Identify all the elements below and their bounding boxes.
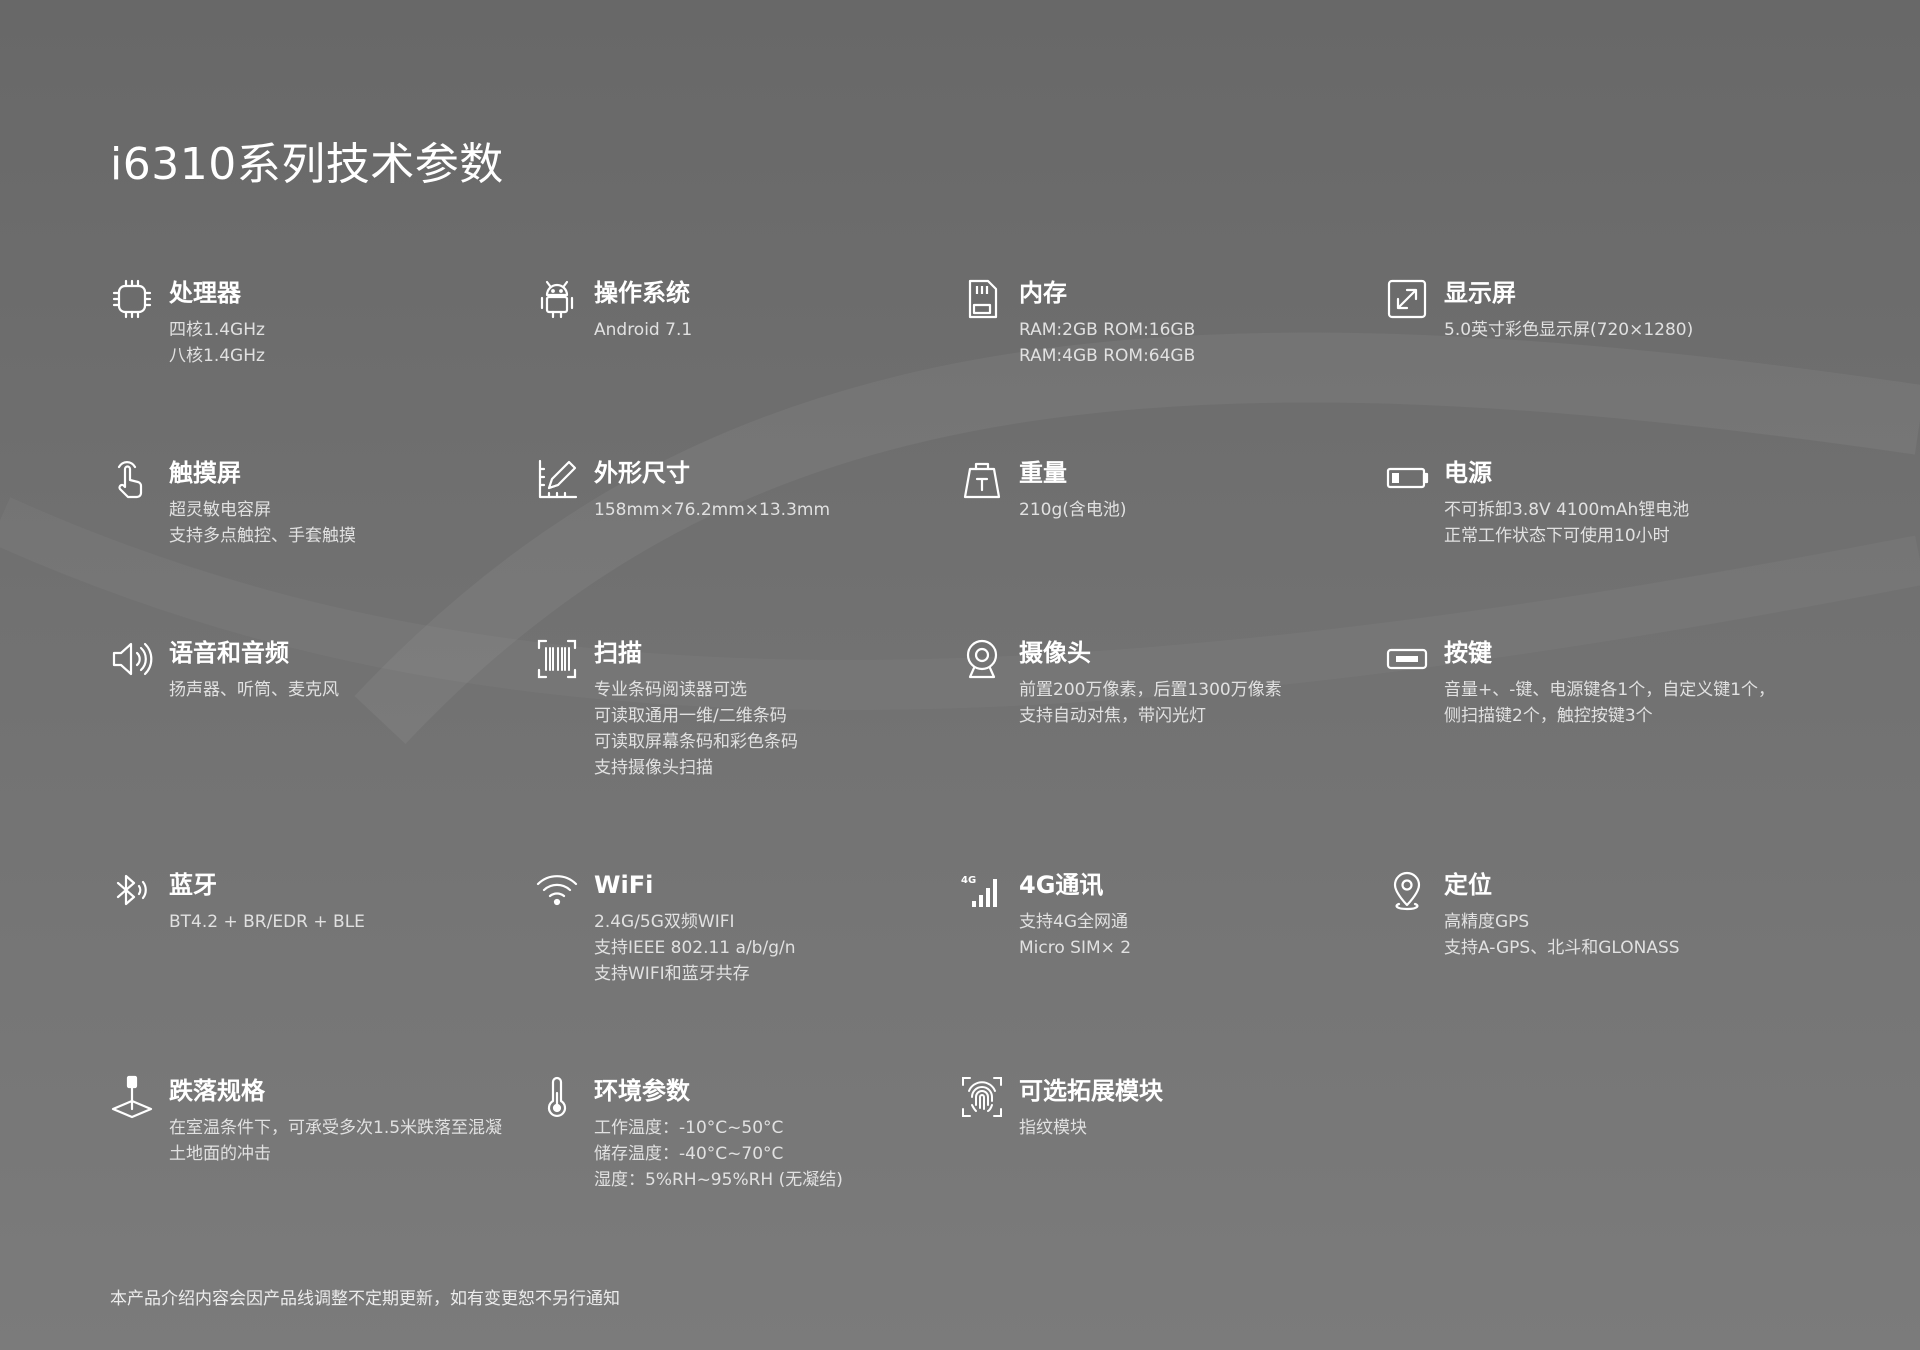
webcam-icon [960, 637, 1004, 681]
spec-value: 储存温度：-40°C~70°C [594, 1144, 784, 1164]
spec-value: 侧扫描键2个，触控按键3个 [1444, 706, 1653, 726]
spec-value: 在室温条件下，可承受多次1.5米跌落至混凝土地面的冲击 [169, 1118, 503, 1164]
barcode-scan-icon [535, 637, 579, 681]
spec-value: RAM:2GB ROM:16GB [1019, 320, 1196, 340]
page-title: i6310系列技术参数 [110, 139, 504, 190]
spec-name: 环境参数 [594, 1077, 690, 1105]
spec-value: 超灵敏电容屏 [169, 500, 271, 520]
spec-name: 语音和音频 [169, 639, 289, 667]
spec-value: 支持IEEE 802.11 a/b/g/n [594, 938, 796, 958]
spec-name: 触摸屏 [169, 459, 241, 487]
spec-name: 操作系统 [594, 279, 690, 307]
spec-value: 支持A-GPS、北斗和GLONASS [1444, 938, 1680, 958]
spec-value: RAM:4GB ROM:64GB [1019, 346, 1196, 366]
spec-name: 可选拓展模块 [1019, 1077, 1163, 1105]
spec-name: WiFi [594, 871, 654, 899]
spec-name: 外形尺寸 [594, 459, 690, 487]
spec-value: 可读取屏幕条码和彩色条码 [594, 732, 798, 752]
chip-icon [110, 277, 154, 321]
spec-name: 显示屏 [1444, 279, 1516, 307]
spec-value: 音量+、-键、电源键各1个，自定义键1个， [1444, 680, 1776, 700]
spec-name: 跌落规格 [169, 1077, 265, 1105]
spec-value: Micro SIM× 2 [1019, 938, 1132, 958]
spec-value: 指纹模块 [1019, 1118, 1087, 1138]
spec-value: 四核1.4GHz [169, 320, 265, 340]
location-pin-icon [1385, 869, 1429, 913]
spec-name: 电源 [1444, 459, 1492, 487]
memory-card-icon [960, 277, 1004, 321]
spec-value: 支持自动对焦，带闪光灯 [1019, 706, 1206, 726]
spec-value: 支持摄像头扫描 [594, 758, 713, 778]
spec-value: 支持4G全网通 [1019, 912, 1128, 932]
speaker-icon [110, 637, 154, 681]
spec-value: 扬声器、听筒、麦克风 [169, 680, 339, 700]
spec-value: 5.0英寸彩色显示屏(720×1280) [1444, 320, 1694, 340]
spec-value: 不可拆卸3.8V 4100mAh锂电池 [1444, 500, 1690, 520]
spec-name: 定位 [1444, 871, 1492, 899]
spec-name: 按键 [1444, 639, 1492, 667]
spec-name: 摄像头 [1019, 639, 1091, 667]
weight-icon [960, 457, 1004, 501]
spec-value: 湿度：5%RH~95%RH (无凝结) [594, 1170, 843, 1190]
spec-value: 工作温度：-10°C~50°C [594, 1118, 784, 1138]
spec-value: 专业条码阅读器可选 [594, 680, 747, 700]
footer-disclaimer: 本产品介绍内容会因产品线调整不定期更新，如有变更恕不另行通知 [110, 1289, 620, 1309]
spec-value: Android 7.1 [594, 320, 693, 340]
ruler-pencil-icon [535, 457, 579, 501]
spec-value: 高精度GPS [1444, 912, 1530, 932]
battery-icon [1385, 457, 1429, 501]
touch-hand-icon [110, 457, 154, 501]
expand-screen-icon [1385, 277, 1429, 321]
spec-name: 内存 [1019, 279, 1067, 307]
key-button-icon [1385, 637, 1429, 681]
drop-test-icon [110, 1075, 154, 1119]
svg-text:4G: 4G [961, 875, 976, 886]
thermometer-icon [535, 1075, 579, 1119]
spec-value: BT4.2 + BR/EDR + BLE [169, 912, 365, 932]
spec-name: 4G通讯 [1019, 871, 1104, 899]
android-icon [535, 277, 579, 321]
spec-value: 八核1.4GHz [169, 346, 265, 366]
spec-value: 正常工作状态下可使用10小时 [1444, 526, 1670, 546]
spec-value: 支持多点触控、手套触摸 [169, 526, 356, 546]
signal-4g-icon: 4G [960, 869, 1004, 913]
wifi-icon [535, 869, 579, 913]
spec-name: 处理器 [169, 279, 241, 307]
fingerprint-icon [960, 1075, 1004, 1119]
spec-value: 可读取通用一维/二维条码 [594, 706, 787, 726]
spec-name: 重量 [1019, 459, 1067, 487]
spec-value: 158mm×76.2mm×13.3mm [594, 500, 830, 520]
bluetooth-icon [110, 869, 154, 913]
spec-name: 蓝牙 [169, 871, 217, 899]
spec-name: 扫描 [594, 639, 642, 667]
spec-value: 前置200万像素，后置1300万像素 [1019, 680, 1282, 700]
spec-value: 210g(含电池) [1019, 500, 1127, 520]
spec-value: 2.4G/5G双频WIFI [594, 912, 735, 932]
spec-value: 支持WIFI和蓝牙共存 [594, 964, 750, 984]
